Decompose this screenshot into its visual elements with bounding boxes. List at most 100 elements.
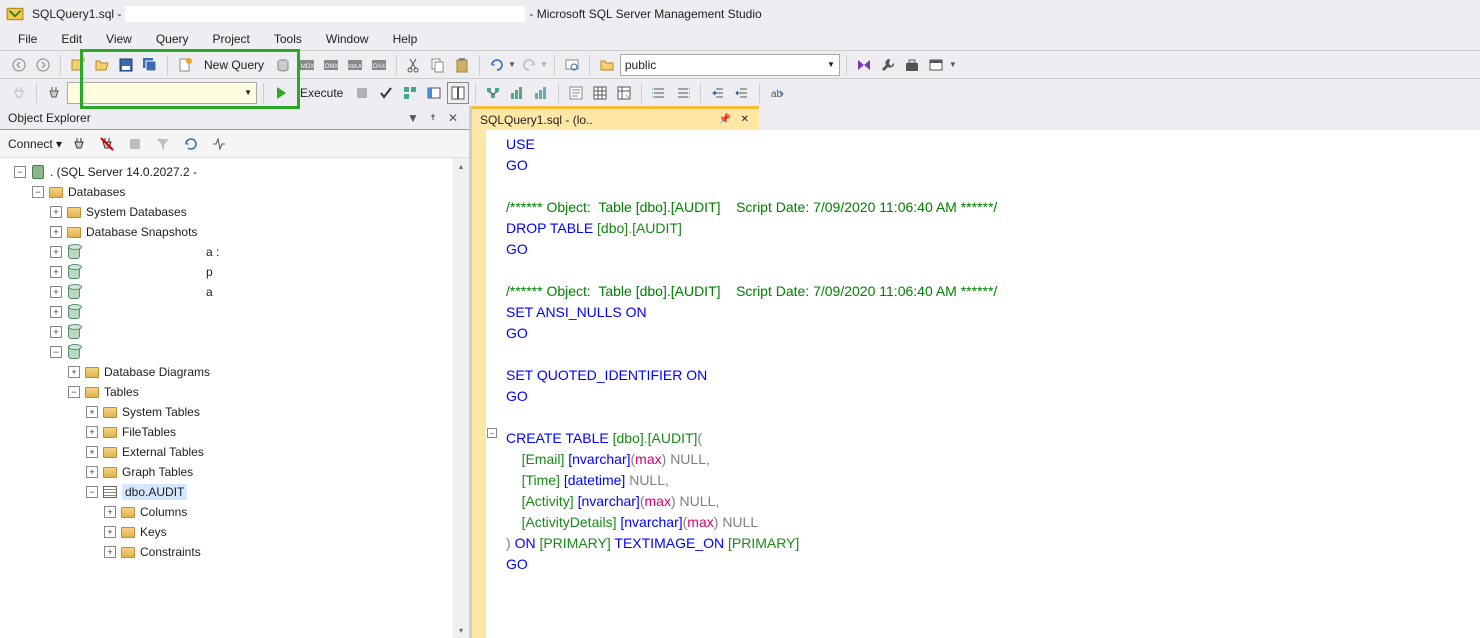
- uncomment-icon[interactable]: [672, 82, 694, 104]
- tree-db-obscured[interactable]: +: [0, 302, 469, 322]
- live-stats-icon[interactable]: [506, 82, 528, 104]
- pin-icon[interactable]: [425, 110, 441, 126]
- refresh-icon[interactable]: [180, 133, 202, 155]
- database-combo[interactable]: ▼: [67, 82, 257, 104]
- toolbox-icon[interactable]: [901, 54, 923, 76]
- menu-help[interactable]: Help: [381, 29, 430, 49]
- pin-icon[interactable]: 📌: [719, 114, 731, 126]
- toolbar-main: New Query MDX DMX XMLA DAX ▼ ▼ public ▼ …: [0, 50, 1480, 78]
- tree-system-databases[interactable]: +System Databases: [0, 202, 469, 222]
- vs-icon[interactable]: [853, 54, 875, 76]
- nav-fwd-icon[interactable]: [32, 54, 54, 76]
- code-text[interactable]: USEGO /****** Object: Table [dbo].[AUDIT…: [500, 130, 1480, 638]
- tree-external-tables[interactable]: +External Tables: [0, 442, 469, 462]
- stop-icon[interactable]: [124, 133, 146, 155]
- menu-view[interactable]: View: [94, 29, 144, 49]
- menu-query[interactable]: Query: [144, 29, 201, 49]
- change-connection-icon[interactable]: [43, 82, 65, 104]
- copy-icon[interactable]: [427, 54, 449, 76]
- estimated-plan-icon[interactable]: [399, 82, 421, 104]
- close-icon[interactable]: ✕: [739, 114, 751, 126]
- results-text-icon[interactable]: [565, 82, 587, 104]
- menu-window[interactable]: Window: [314, 29, 381, 49]
- plug-icon[interactable]: [8, 82, 30, 104]
- intellisense-icon[interactable]: [447, 82, 469, 104]
- code-editor[interactable]: − USEGO /****** Object: Table [dbo].[AUD…: [472, 130, 1480, 638]
- wrench-icon[interactable]: [877, 54, 899, 76]
- window-icon[interactable]: [925, 54, 947, 76]
- tree-graph-tables[interactable]: +Graph Tables: [0, 462, 469, 482]
- tree-constraints[interactable]: +Constraints: [0, 542, 469, 562]
- open-icon[interactable]: [91, 54, 113, 76]
- results-file-icon[interactable]: [613, 82, 635, 104]
- svg-text:MDX: MDX: [301, 64, 314, 70]
- stop-icon[interactable]: [351, 82, 373, 104]
- tree-server[interactable]: −. (SQL Server 14.0.2027.2 -: [0, 162, 469, 182]
- paste-icon[interactable]: [451, 54, 473, 76]
- redo-icon[interactable]: [518, 54, 540, 76]
- dax-icon[interactable]: DAX: [368, 54, 390, 76]
- tree-db-expanded[interactable]: −: [0, 342, 469, 362]
- tree-db-obscured[interactable]: +p: [0, 262, 469, 282]
- tree-filetables[interactable]: +FileTables: [0, 422, 469, 442]
- activity-icon[interactable]: [208, 133, 230, 155]
- tree-db-obscured[interactable]: +a :: [0, 242, 469, 262]
- mdx-icon[interactable]: MDX: [296, 54, 318, 76]
- svg-text:DMX: DMX: [325, 64, 338, 70]
- disconnect-icon[interactable]: [96, 133, 118, 155]
- results-grid-icon[interactable]: [589, 82, 611, 104]
- dmx-icon[interactable]: DMX: [320, 54, 342, 76]
- tree-snapshots[interactable]: +Database Snapshots: [0, 222, 469, 242]
- find-icon[interactable]: [561, 54, 583, 76]
- menu-project[interactable]: Project: [201, 29, 262, 49]
- connect-plug-icon[interactable]: [68, 133, 90, 155]
- db-query-icon[interactable]: [272, 54, 294, 76]
- menu-file[interactable]: File: [6, 29, 49, 49]
- dropdown-icon[interactable]: ▼: [405, 110, 421, 126]
- title-redacted: [125, 6, 525, 22]
- cut-icon[interactable]: [403, 54, 425, 76]
- xmla-icon[interactable]: XMLA: [344, 54, 366, 76]
- tree-diagrams[interactable]: +Database Diagrams: [0, 362, 469, 382]
- specify-values-icon[interactable]: ab: [766, 82, 788, 104]
- parse-icon[interactable]: [375, 82, 397, 104]
- tree-columns[interactable]: +Columns: [0, 502, 469, 522]
- close-icon[interactable]: ✕: [445, 110, 461, 126]
- execute-button[interactable]: Execute: [294, 86, 349, 100]
- tree-db-obscured[interactable]: +a: [0, 282, 469, 302]
- client-stats-icon[interactable]: [530, 82, 552, 104]
- schema-combo[interactable]: public ▼: [620, 54, 840, 76]
- tab-sqlquery1[interactable]: SQLQuery1.sql - (lo.. 📌 ✕: [472, 106, 759, 130]
- tree-db-obscured[interactable]: +: [0, 322, 469, 342]
- tree-tables[interactable]: −Tables: [0, 382, 469, 402]
- nav-back-icon[interactable]: [8, 54, 30, 76]
- tree-dbo-audit[interactable]: −dbo.AUDIT: [0, 482, 469, 502]
- menu-edit[interactable]: Edit: [49, 29, 94, 49]
- new-project-icon[interactable]: [67, 54, 89, 76]
- outdent-icon[interactable]: [731, 82, 753, 104]
- menu-tools[interactable]: Tools: [262, 29, 314, 49]
- include-plan-icon[interactable]: [482, 82, 504, 104]
- tree-system-tables[interactable]: +System Tables: [0, 402, 469, 422]
- save-all-icon[interactable]: [139, 54, 161, 76]
- code-gutter[interactable]: −: [486, 130, 500, 638]
- folder-nav-icon[interactable]: [596, 54, 618, 76]
- new-query-button[interactable]: New Query: [198, 58, 270, 72]
- scroll-up-icon[interactable]: ▴: [453, 158, 469, 174]
- indent-icon[interactable]: [707, 82, 729, 104]
- fold-icon[interactable]: −: [487, 428, 497, 438]
- tree-keys[interactable]: +Keys: [0, 522, 469, 542]
- tree-scrollbar[interactable]: ▴ ▾: [453, 158, 469, 638]
- scroll-down-icon[interactable]: ▾: [453, 622, 469, 638]
- tree-databases[interactable]: −Databases: [0, 182, 469, 202]
- filter-icon[interactable]: [152, 133, 174, 155]
- title-prefix: SQLQuery1.sql -: [32, 7, 121, 21]
- undo-icon[interactable]: [486, 54, 508, 76]
- save-icon[interactable]: [115, 54, 137, 76]
- object-explorer-tree[interactable]: −. (SQL Server 14.0.2027.2 - −Databases …: [0, 158, 469, 638]
- query-options-icon[interactable]: [423, 82, 445, 104]
- comment-icon[interactable]: [648, 82, 670, 104]
- connect-button[interactable]: Connect ▾: [8, 137, 62, 151]
- new-query-icon[interactable]: [174, 54, 196, 76]
- execute-icon[interactable]: [270, 82, 292, 104]
